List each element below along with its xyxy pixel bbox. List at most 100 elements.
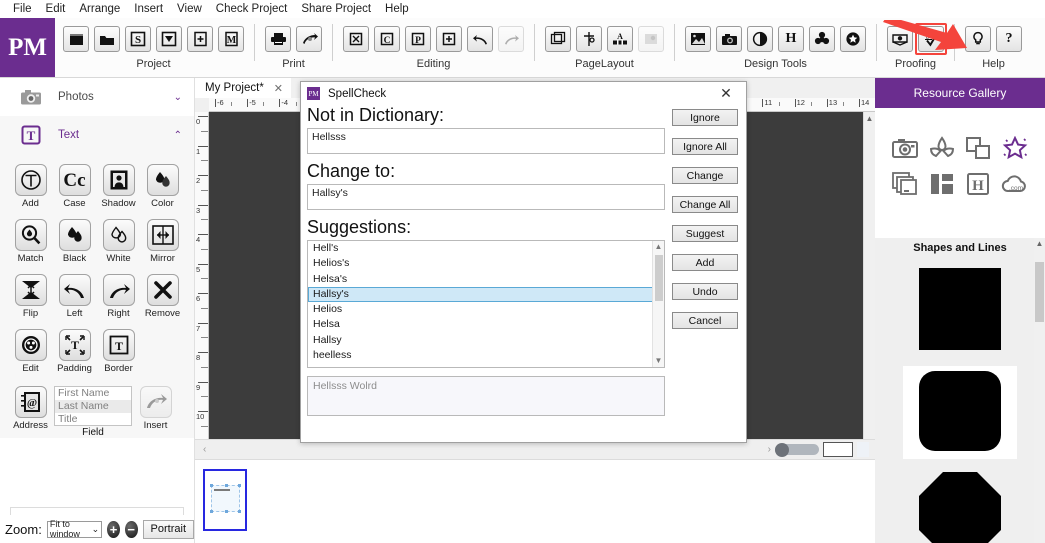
add-page-icon[interactable]	[187, 26, 213, 52]
tool-mirror[interactable]: Mirror	[144, 219, 181, 264]
suggestions-list[interactable]: Hell's Helios's Helsa's Hallsy's Helios …	[307, 240, 665, 368]
print-icon[interactable]	[265, 26, 291, 52]
photos-icon[interactable]	[890, 133, 920, 163]
shapes-icon[interactable]	[963, 133, 993, 163]
tool-border[interactable]: T Border	[100, 329, 137, 374]
menu-item-arrange[interactable]: Arrange	[72, 0, 127, 18]
save-project-icon[interactable]: S	[125, 26, 151, 52]
tool-flip[interactable]: Flip	[12, 274, 49, 319]
layers-icon[interactable]	[545, 26, 571, 52]
suggestions-scrollbar[interactable]: ▲ ▼	[652, 241, 664, 367]
merge-icon[interactable]: M	[218, 26, 244, 52]
undo-button[interactable]: Undo	[672, 283, 738, 300]
shape-item-octagon[interactable]	[875, 463, 1045, 543]
contrast-icon[interactable]	[747, 26, 773, 52]
tips-icon[interactable]	[965, 26, 991, 52]
print-preview-icon[interactable]	[296, 26, 322, 52]
sidebar-section-photos[interactable]: Photos ⌄	[0, 78, 194, 116]
flower-icon[interactable]	[927, 133, 957, 163]
tool-edit[interactable]: Edit	[12, 329, 49, 374]
suggestion-item-selected[interactable]: Hallsy's	[308, 286, 664, 303]
scrollbar-thumb[interactable]	[655, 255, 663, 301]
menu-item-help[interactable]: Help	[378, 0, 416, 18]
tool-case[interactable]: Cc Case	[56, 164, 93, 209]
menu-item-insert[interactable]: Insert	[127, 0, 170, 18]
suggestion-item[interactable]: Hell's	[308, 241, 664, 256]
panel-splitter[interactable]	[10, 507, 184, 515]
change-button[interactable]: Change	[672, 167, 738, 184]
chevron-up-icon[interactable]: ▲	[653, 241, 664, 253]
save-as-icon[interactable]	[156, 26, 182, 52]
field-option[interactable]: First Name	[55, 387, 131, 400]
suggestion-item[interactable]: Helsa's	[308, 272, 664, 287]
field-option-selected[interactable]: Last Name	[55, 400, 131, 413]
tool-white[interactable]: White	[100, 219, 137, 264]
close-icon[interactable]: ✕	[274, 82, 283, 95]
document-tab[interactable]: My Project* ✕	[195, 78, 292, 98]
tool-add[interactable]: Add	[12, 164, 49, 209]
tool-color[interactable]: Color	[144, 164, 181, 209]
zoom-slider-track[interactable]	[775, 442, 819, 457]
ignore-all-button[interactable]: Ignore All	[672, 138, 738, 155]
paste-icon[interactable]: P	[405, 26, 431, 52]
preview-icon[interactable]	[887, 26, 913, 52]
tool-right[interactable]: Right	[100, 274, 137, 319]
menu-item-share-project[interactable]: Share Project	[294, 0, 378, 18]
layouts-icon[interactable]	[890, 169, 920, 199]
web-icon[interactable]: .com	[1000, 169, 1030, 199]
tool-black[interactable]: Black	[56, 219, 93, 264]
zoom-select[interactable]: Fit to window ⌄	[46, 519, 103, 539]
clipart-icon[interactable]	[809, 26, 835, 52]
close-icon[interactable]: ✕	[706, 82, 746, 105]
suggestion-item[interactable]: Helsa	[308, 317, 664, 332]
help-icon[interactable]: ?	[996, 26, 1022, 52]
tool-remove[interactable]: Remove	[144, 274, 181, 319]
canvas-vertical-scrollbar[interactable]: ▲	[863, 112, 875, 439]
change-to-field[interactable]: Hallsy's	[307, 184, 665, 210]
zoom-slider-knob[interactable]	[775, 442, 789, 457]
menu-item-file[interactable]: File	[6, 0, 39, 18]
zoom-slider[interactable]: ›	[768, 442, 875, 457]
scroll-right-icon[interactable]: ›	[768, 444, 771, 455]
tool-address[interactable]: @ Address	[12, 386, 49, 431]
scroll-left-icon[interactable]: ‹	[195, 444, 768, 455]
context-preview[interactable]: Hellsss Wolrd	[307, 376, 665, 416]
suggestion-item[interactable]: Helios's	[308, 256, 664, 271]
align-icon[interactable]: A	[607, 26, 633, 52]
menu-item-check-project[interactable]: Check Project	[209, 0, 295, 18]
chevron-up-icon[interactable]: ▲	[1034, 238, 1045, 250]
tool-left[interactable]: Left	[56, 274, 93, 319]
sidebar-section-text[interactable]: T Text ⌃	[0, 116, 194, 154]
tool-padding[interactable]: T Padding	[56, 329, 93, 374]
zoom-plus-button[interactable]	[857, 442, 869, 457]
change-all-button[interactable]: Change All	[672, 196, 738, 213]
ignore-button[interactable]: Ignore	[672, 109, 738, 126]
orientation-button[interactable]: Portrait	[142, 519, 195, 539]
chevron-up-icon[interactable]: ▲	[864, 112, 875, 124]
not-in-dictionary-field[interactable]: Hellsss	[307, 128, 665, 154]
menu-item-edit[interactable]: Edit	[39, 0, 73, 18]
zoom-in-button[interactable]: +	[107, 520, 120, 538]
redo-icon[interactable]	[498, 26, 524, 52]
background-icon[interactable]	[638, 26, 664, 52]
shape-item-square[interactable]	[875, 259, 1045, 362]
camera-icon[interactable]	[716, 26, 742, 52]
headlines-icon[interactable]: H	[963, 169, 993, 199]
chevron-down-icon[interactable]: ▼	[653, 355, 664, 367]
field-option[interactable]: Title	[55, 413, 131, 425]
shape-icon[interactable]	[840, 26, 866, 52]
spellcheck-icon[interactable]: S	[915, 23, 947, 55]
headline-icon[interactable]: H	[778, 26, 804, 52]
page-thumbnail[interactable]	[203, 469, 247, 531]
templates-icon[interactable]	[927, 169, 957, 199]
tool-match[interactable]: Match	[12, 219, 49, 264]
duplicate-icon[interactable]	[436, 26, 462, 52]
suggest-button[interactable]: Suggest	[672, 225, 738, 242]
add-button[interactable]: Add	[672, 254, 738, 271]
tool-insert[interactable]: Insert	[137, 386, 174, 431]
picture-icon[interactable]	[685, 26, 711, 52]
tool-shadow[interactable]: Shadow	[100, 164, 137, 209]
suggestion-item[interactable]: heelless	[308, 348, 664, 363]
field-select-list[interactable]: First Name Last Name Title Birthday	[54, 386, 132, 426]
zoom-value-field[interactable]	[823, 442, 853, 457]
